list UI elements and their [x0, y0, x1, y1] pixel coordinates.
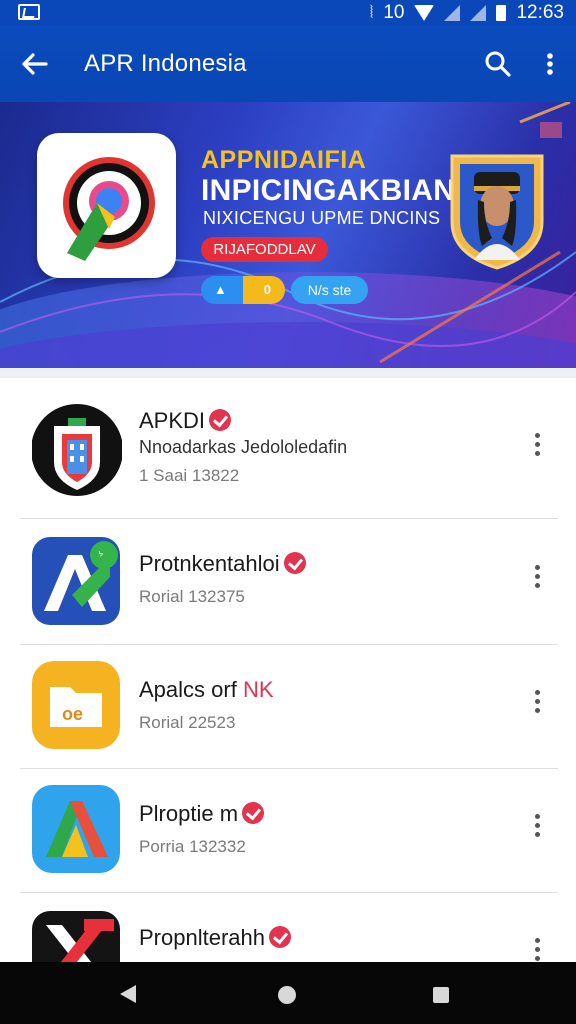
vibrate-icon: ⦚	[369, 3, 374, 22]
item-more-icon[interactable]	[526, 562, 550, 592]
banner-secondary-pill[interactable]: N/s ste	[291, 276, 368, 304]
banner-subtitle: NIXICENGU UPME DNCINS	[203, 208, 441, 228]
app-name-suffix: NK	[242, 677, 274, 702]
verified-badge-icon	[209, 409, 232, 432]
item-more-icon[interactable]	[526, 430, 550, 460]
status-time: 12:63	[516, 2, 564, 23]
banner-toggle-pill[interactable]: ▲ 0	[201, 276, 285, 304]
promo-banner[interactable]: APPNIDAIFIA INPICINGAKBIAN NIXICENGU UPM…	[0, 102, 576, 368]
cell-signal-icon-2	[470, 5, 487, 21]
logo-icon	[63, 157, 155, 261]
list-item[interactable]: oe Apalcs orf NK Rorial 22523	[0, 645, 576, 769]
verified-badge-icon	[268, 926, 291, 949]
app-description: Nnoadarkas Jedololedafin	[139, 437, 348, 457]
app-meta: 1 Saai 13822	[139, 466, 240, 485]
list-item[interactable]: APKDI Nnoadarkas Jedololedafin 1 Saai 13…	[0, 378, 576, 502]
network-label: 10	[383, 2, 405, 23]
cell-signal-icon	[444, 5, 461, 21]
nav-recents-icon[interactable]	[433, 987, 449, 1003]
folder-app-icon: oe	[32, 661, 122, 751]
page-title: APR Indonesia	[84, 50, 247, 77]
app-name-text: Plroptie m	[139, 801, 239, 826]
item-more-icon[interactable]	[526, 687, 550, 717]
verified-badge-icon	[242, 802, 265, 825]
app-name: APKDI	[139, 408, 232, 434]
gallery-icon	[18, 4, 40, 20]
app-name: Plroptie m	[139, 801, 265, 827]
list-item[interactable]: ᔾ Protnkentahloi Rorial 132375	[0, 519, 576, 643]
verified-badge-icon	[283, 552, 306, 575]
shield-building-app-icon	[31, 400, 123, 496]
item-more-icon[interactable]	[526, 935, 550, 965]
app-meta: Rorial 132375	[139, 587, 245, 606]
app-name: Propnlterahh	[139, 925, 291, 951]
banner-cta-button[interactable]: RIJAFODDLAV	[201, 237, 328, 262]
nav-back-icon[interactable]	[120, 985, 136, 1003]
app-meta: Porria 132332	[139, 837, 246, 856]
battery-icon	[496, 5, 507, 21]
app-name-text: Propnlterahh	[139, 925, 265, 950]
app-bar: APR Indonesia	[0, 26, 576, 102]
item-more-icon[interactable]	[526, 811, 550, 841]
more-vert-icon[interactable]	[536, 46, 564, 82]
status-indicators: ⦚ 10 12:63	[370, 0, 564, 26]
nav-home-icon[interactable]	[278, 986, 296, 1004]
status-bar: ⦚ 10 12:63	[0, 0, 576, 26]
app-name: Protnkentahloi	[139, 551, 306, 577]
wifi-icon	[414, 5, 435, 21]
app-name-text: Protnkentahloi	[139, 551, 280, 576]
section-divider	[0, 368, 576, 378]
system-nav-bar	[0, 962, 576, 1024]
triangle-app-icon	[32, 785, 122, 875]
person-portrait-badge	[444, 142, 550, 270]
search-icon[interactable]	[482, 46, 514, 82]
play-icon: ▲	[214, 282, 227, 297]
letter-a-app-icon: ᔾ	[32, 537, 122, 627]
banner-app-logo	[37, 133, 176, 278]
banner-title: INPICINGAKBIAN	[201, 174, 456, 207]
svg-text:oe: oe	[62, 704, 83, 724]
banner-heading: APPNIDAIFIA	[201, 146, 367, 174]
coin-icon: 0	[263, 282, 271, 297]
list-item[interactable]: Plroptie m Porria 132332	[0, 769, 576, 893]
app-name-text: APKDI	[139, 408, 206, 433]
x-app-icon	[32, 911, 122, 962]
svg-text:ᔾ: ᔾ	[98, 548, 104, 564]
app-name: Apalcs orf NK	[139, 677, 274, 703]
app-meta: Rorial 22523	[139, 713, 236, 732]
back-arrow-icon[interactable]	[16, 46, 52, 82]
app-name-text: Apalcs orf	[139, 677, 237, 702]
